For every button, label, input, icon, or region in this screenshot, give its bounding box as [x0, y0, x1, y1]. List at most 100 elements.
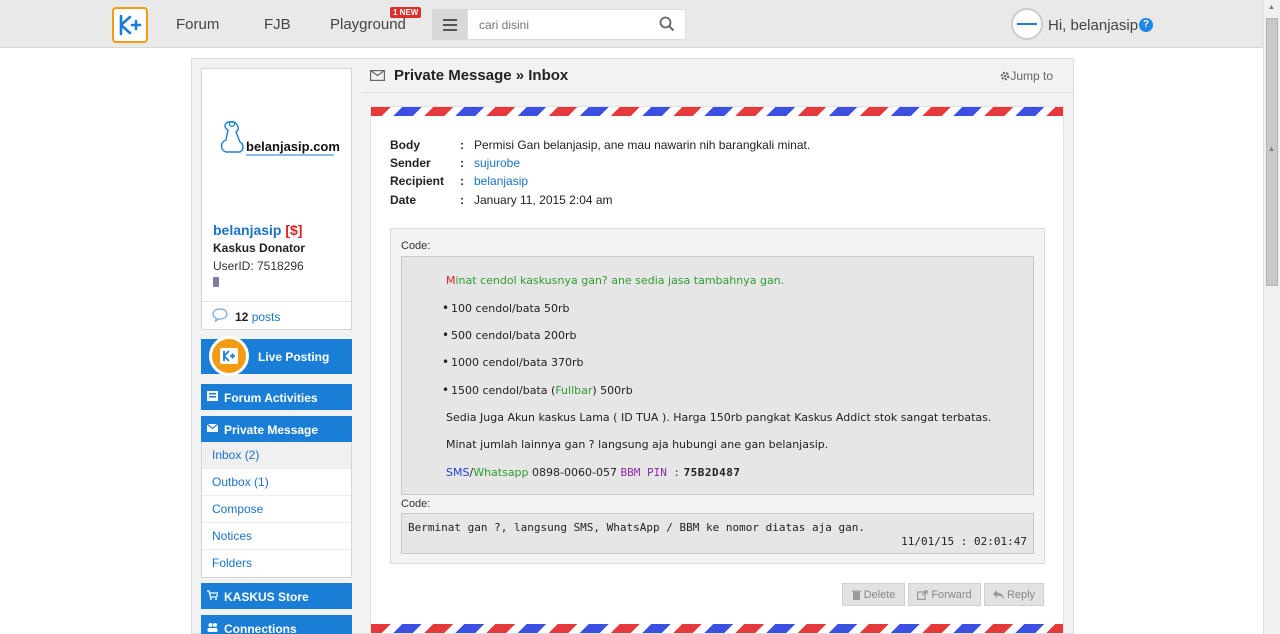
item4-fullbar: Fullbar [555, 384, 593, 397]
message-letter: Body : Permisi Gan belanjasip, ane mau n… [370, 106, 1064, 634]
reply-icon [992, 590, 1004, 599]
pm-item-notices[interactable]: Notices [202, 523, 351, 550]
jump-to-button[interactable]: Jump to [1000, 69, 1053, 83]
pm-item-inbox[interactable]: Inbox (2) [202, 442, 351, 469]
code-minat-line: Minat jumlah lainnya gan ? langsung aja … [446, 438, 829, 451]
code-akun-line: Sedia Juga Akun kaskus Lama ( ID TUA ). … [446, 411, 992, 424]
search-box [467, 9, 686, 40]
search-icon[interactable] [659, 16, 675, 32]
pm-item-folders[interactable]: Folders [202, 550, 351, 577]
posts-link[interactable]: posts [252, 310, 281, 324]
code-block-1: Minat cendol kaskusnya gan? ane sedia ja… [401, 256, 1034, 495]
forward-button[interactable]: Forward [908, 583, 981, 606]
sender-colon: : [460, 156, 464, 170]
nav-fjb[interactable]: FJB [264, 16, 291, 33]
menu-button[interactable] [432, 9, 468, 40]
recipient-colon: : [460, 174, 464, 188]
pm-item-compose[interactable]: Compose [202, 496, 351, 523]
delete-label: Delete [863, 588, 896, 601]
kaskus-store-label: KASKUS Store [224, 590, 309, 604]
sender-link[interactable]: sujurobe [474, 156, 520, 170]
forward-label: Forward [931, 588, 972, 601]
trash-icon [851, 590, 861, 600]
code2-timestamp: 11/01/15 : 02:01:47 [901, 535, 1027, 548]
intro-first-letter: M [446, 274, 456, 287]
live-posting-button[interactable]: Live Posting [201, 336, 352, 376]
live-posting-icon [209, 336, 249, 376]
activity-icon [207, 391, 218, 401]
whatsapp-text: Whatsapp [473, 466, 529, 479]
hamburger-icon [443, 18, 457, 31]
airmail-border-top [371, 107, 1063, 116]
nav-forum[interactable]: Forum [176, 16, 219, 33]
connections-label: Connections [224, 622, 297, 634]
recipient-link[interactable]: belanjasip [474, 174, 528, 188]
envelope-icon [370, 70, 385, 81]
connections-button[interactable]: Connections [201, 615, 352, 634]
gear-icon [1001, 71, 1010, 81]
kaskus-logo-icon [119, 14, 142, 36]
speech-bubble-icon [212, 308, 228, 322]
reply-button[interactable]: Reply [984, 583, 1044, 606]
pm-folder-list: Inbox (2) Outbox (1) Compose Notices Fol… [201, 442, 352, 578]
post-count: 12 [235, 310, 249, 324]
profile-logo-text: belanjasip.com [246, 139, 340, 154]
content-header: Private Message » Inbox Jump to [361, 59, 1073, 93]
bbm-label: BBM PIN : [620, 466, 681, 479]
page-title: Private Message » Inbox [394, 67, 569, 84]
code-contact-line: SMS/Whatsapp 0898-0060-057 BBM PIN : 75B… [446, 466, 741, 479]
profile-userid: UserID: 7518296 [213, 259, 304, 273]
scroll-mark-icon: ▲ [1268, 146, 1275, 153]
posts-row[interactable]: 12 posts [202, 301, 351, 329]
body-label: Body [390, 138, 420, 152]
help-icon[interactable]: ? [1139, 18, 1153, 32]
list-item: 1500 cendol/bata (Fullbar) 500rb [442, 383, 633, 397]
profile-username[interactable]: belanjasip [$] [213, 222, 302, 238]
scroll-up-icon[interactable]: ▲ [1268, 4, 1275, 11]
body-colon: : [460, 138, 464, 152]
top-navbar: Forum FJB Playground 1 NEW Hi, belanjasi… [0, 0, 1280, 48]
reply-label: Reply [1006, 588, 1036, 601]
avatar[interactable] [1011, 8, 1043, 40]
new-badge: 1 NEW [390, 7, 422, 18]
forum-activities-button[interactable]: Forum Activities [201, 384, 352, 410]
profile-rank: Kaskus Donator [213, 241, 306, 255]
avatar-image [1017, 23, 1037, 25]
nav-playground[interactable]: Playground [330, 16, 406, 33]
item4-post: ) 500rb [592, 384, 633, 397]
forward-icon [917, 589, 928, 600]
kaskus-store-button[interactable]: KASKUS Store [201, 583, 352, 609]
scrollbar[interactable]: ▲ ▲ [1263, 0, 1280, 634]
kaskus-logo[interactable] [112, 7, 148, 43]
airmail-border-bottom [371, 624, 1063, 633]
intro-text: inat cendol kaskusnya gan? ane sedia jas… [455, 274, 785, 287]
donor-tag: [$] [285, 222, 303, 238]
date-label: Date [390, 193, 417, 207]
bbm-pin: 75B2D487 [683, 466, 741, 479]
list-item: 1000 cendol/bata 370rb [442, 355, 583, 369]
body-value: Permisi Gan belanjasip, ane mau nawarin … [474, 138, 811, 152]
sms-text: SMS [446, 466, 470, 479]
delete-button[interactable]: Delete [842, 583, 905, 606]
recipient-label: Recipient [390, 174, 445, 188]
username-text[interactable]: belanjasip [213, 222, 281, 238]
list-item: 100 cendol/bata 50rb [442, 301, 569, 315]
sender-label: Sender [390, 156, 431, 170]
profile-logo-image: belanjasip.com [214, 114, 342, 174]
private-message-button[interactable]: Private Message [201, 416, 352, 442]
private-message-label: Private Message [224, 423, 319, 437]
users-icon [207, 623, 218, 632]
date-colon: : [460, 193, 464, 207]
greeting[interactable]: Hi, belanjasip [1048, 17, 1138, 34]
live-posting-label: Live Posting [258, 350, 330, 364]
search-input[interactable] [468, 10, 648, 39]
phone-number: 0898-0060-057 [528, 466, 621, 479]
list-item: 500 cendol/bata 200rb [442, 328, 576, 342]
jump-to-label: Jump to [1010, 69, 1053, 83]
code-label-1: Code: [401, 240, 431, 252]
date-value: January 11, 2015 2:04 am [474, 193, 613, 207]
item4-pre: 1500 cendol/bata ( [451, 384, 556, 397]
pm-item-outbox[interactable]: Outbox (1) [202, 469, 351, 496]
code2-text: Berminat gan ?, langsung SMS, WhatsApp /… [408, 521, 865, 534]
message-content-box: Code: Minat cendol kaskusnya gan? ane se… [390, 228, 1045, 564]
